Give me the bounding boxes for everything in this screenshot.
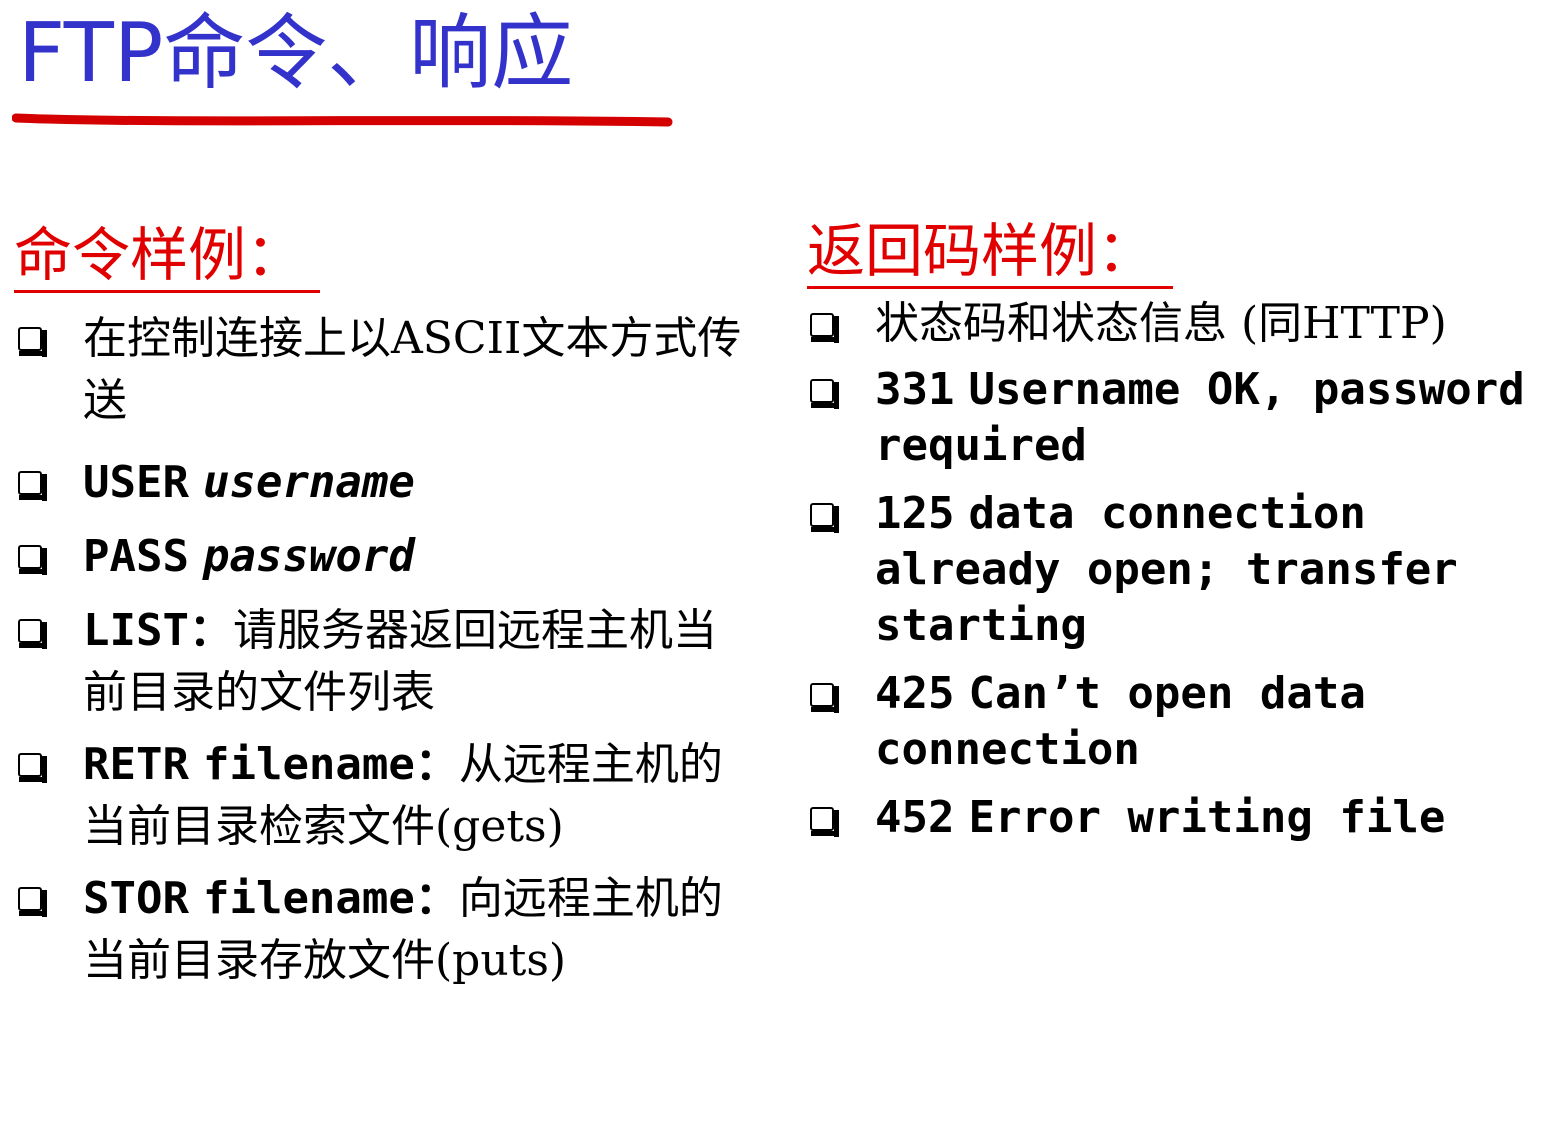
checkbox-bullet-icon bbox=[810, 683, 839, 713]
command-keyword: LIST： bbox=[83, 605, 233, 656]
list-item: 125 data connection already open; transf… bbox=[808, 486, 1548, 654]
command-intro-text: 在控制连接上以ASCII文本方式传送 bbox=[83, 313, 742, 426]
checkbox-bullet-icon bbox=[810, 503, 839, 533]
return-message: Username OK, password required bbox=[875, 364, 1525, 471]
return-code: 125 bbox=[875, 488, 955, 539]
command-keyword: PASS bbox=[83, 531, 189, 582]
return-codes-list: 状态码和状态信息 (同HTTP) 331 Username OK, passwo… bbox=[808, 296, 1548, 846]
return-codes-intro-text: 状态码和状态信息 (同HTTP) bbox=[875, 298, 1447, 349]
list-item: STOR filename：向远程主机的当前目录存放文件(puts) bbox=[16, 868, 756, 992]
command-keyword: RETR bbox=[83, 739, 189, 790]
command-argument: filename： bbox=[202, 739, 459, 790]
command-argument: password bbox=[202, 531, 415, 582]
list-item: 状态码和状态信息 (同HTTP) bbox=[808, 296, 1548, 352]
checkbox-bullet-icon bbox=[18, 545, 47, 575]
command-keyword: STOR bbox=[83, 873, 189, 924]
checkbox-bullet-icon bbox=[810, 379, 839, 409]
command-keyword: USER bbox=[83, 457, 189, 508]
list-item: 331 Username OK, password required bbox=[808, 362, 1548, 474]
slide-title: FTP命令、响应 bbox=[18, 6, 574, 101]
checkbox-bullet-icon bbox=[18, 327, 47, 357]
title-underline bbox=[12, 113, 673, 127]
commands-list: 在控制连接上以ASCII文本方式传送 USER username PASS pa… bbox=[16, 308, 756, 992]
checkbox-bullet-icon bbox=[810, 313, 839, 343]
checkbox-bullet-icon bbox=[18, 471, 47, 501]
list-item: 在控制连接上以ASCII文本方式传送 bbox=[16, 308, 756, 432]
list-item: 425 Can’t open data connection bbox=[808, 666, 1548, 778]
return-code: 452 bbox=[875, 792, 955, 843]
list-item: PASS password bbox=[16, 526, 756, 588]
list-item: 452 Error writing file bbox=[808, 790, 1548, 846]
checkbox-bullet-icon bbox=[810, 807, 839, 837]
command-argument: filename： bbox=[202, 873, 459, 924]
return-code: 425 bbox=[875, 668, 955, 719]
return-message: data connection already open; transfer s… bbox=[875, 488, 1458, 651]
list-item: USER username bbox=[16, 452, 756, 514]
checkbox-bullet-icon bbox=[18, 887, 47, 917]
list-item: RETR filename：从远程主机的当前目录检索文件(gets) bbox=[16, 734, 756, 858]
checkbox-bullet-icon bbox=[18, 753, 47, 783]
return-message: Error writing file bbox=[968, 792, 1446, 843]
return-code: 331 bbox=[875, 364, 955, 415]
command-argument: username bbox=[202, 457, 415, 508]
list-item: LIST：请服务器返回远程主机当前目录的文件列表 bbox=[16, 600, 756, 724]
return-codes-heading: 返回码样例： bbox=[807, 216, 1173, 289]
commands-heading: 命令样例： bbox=[14, 220, 320, 293]
checkbox-bullet-icon bbox=[18, 619, 47, 649]
